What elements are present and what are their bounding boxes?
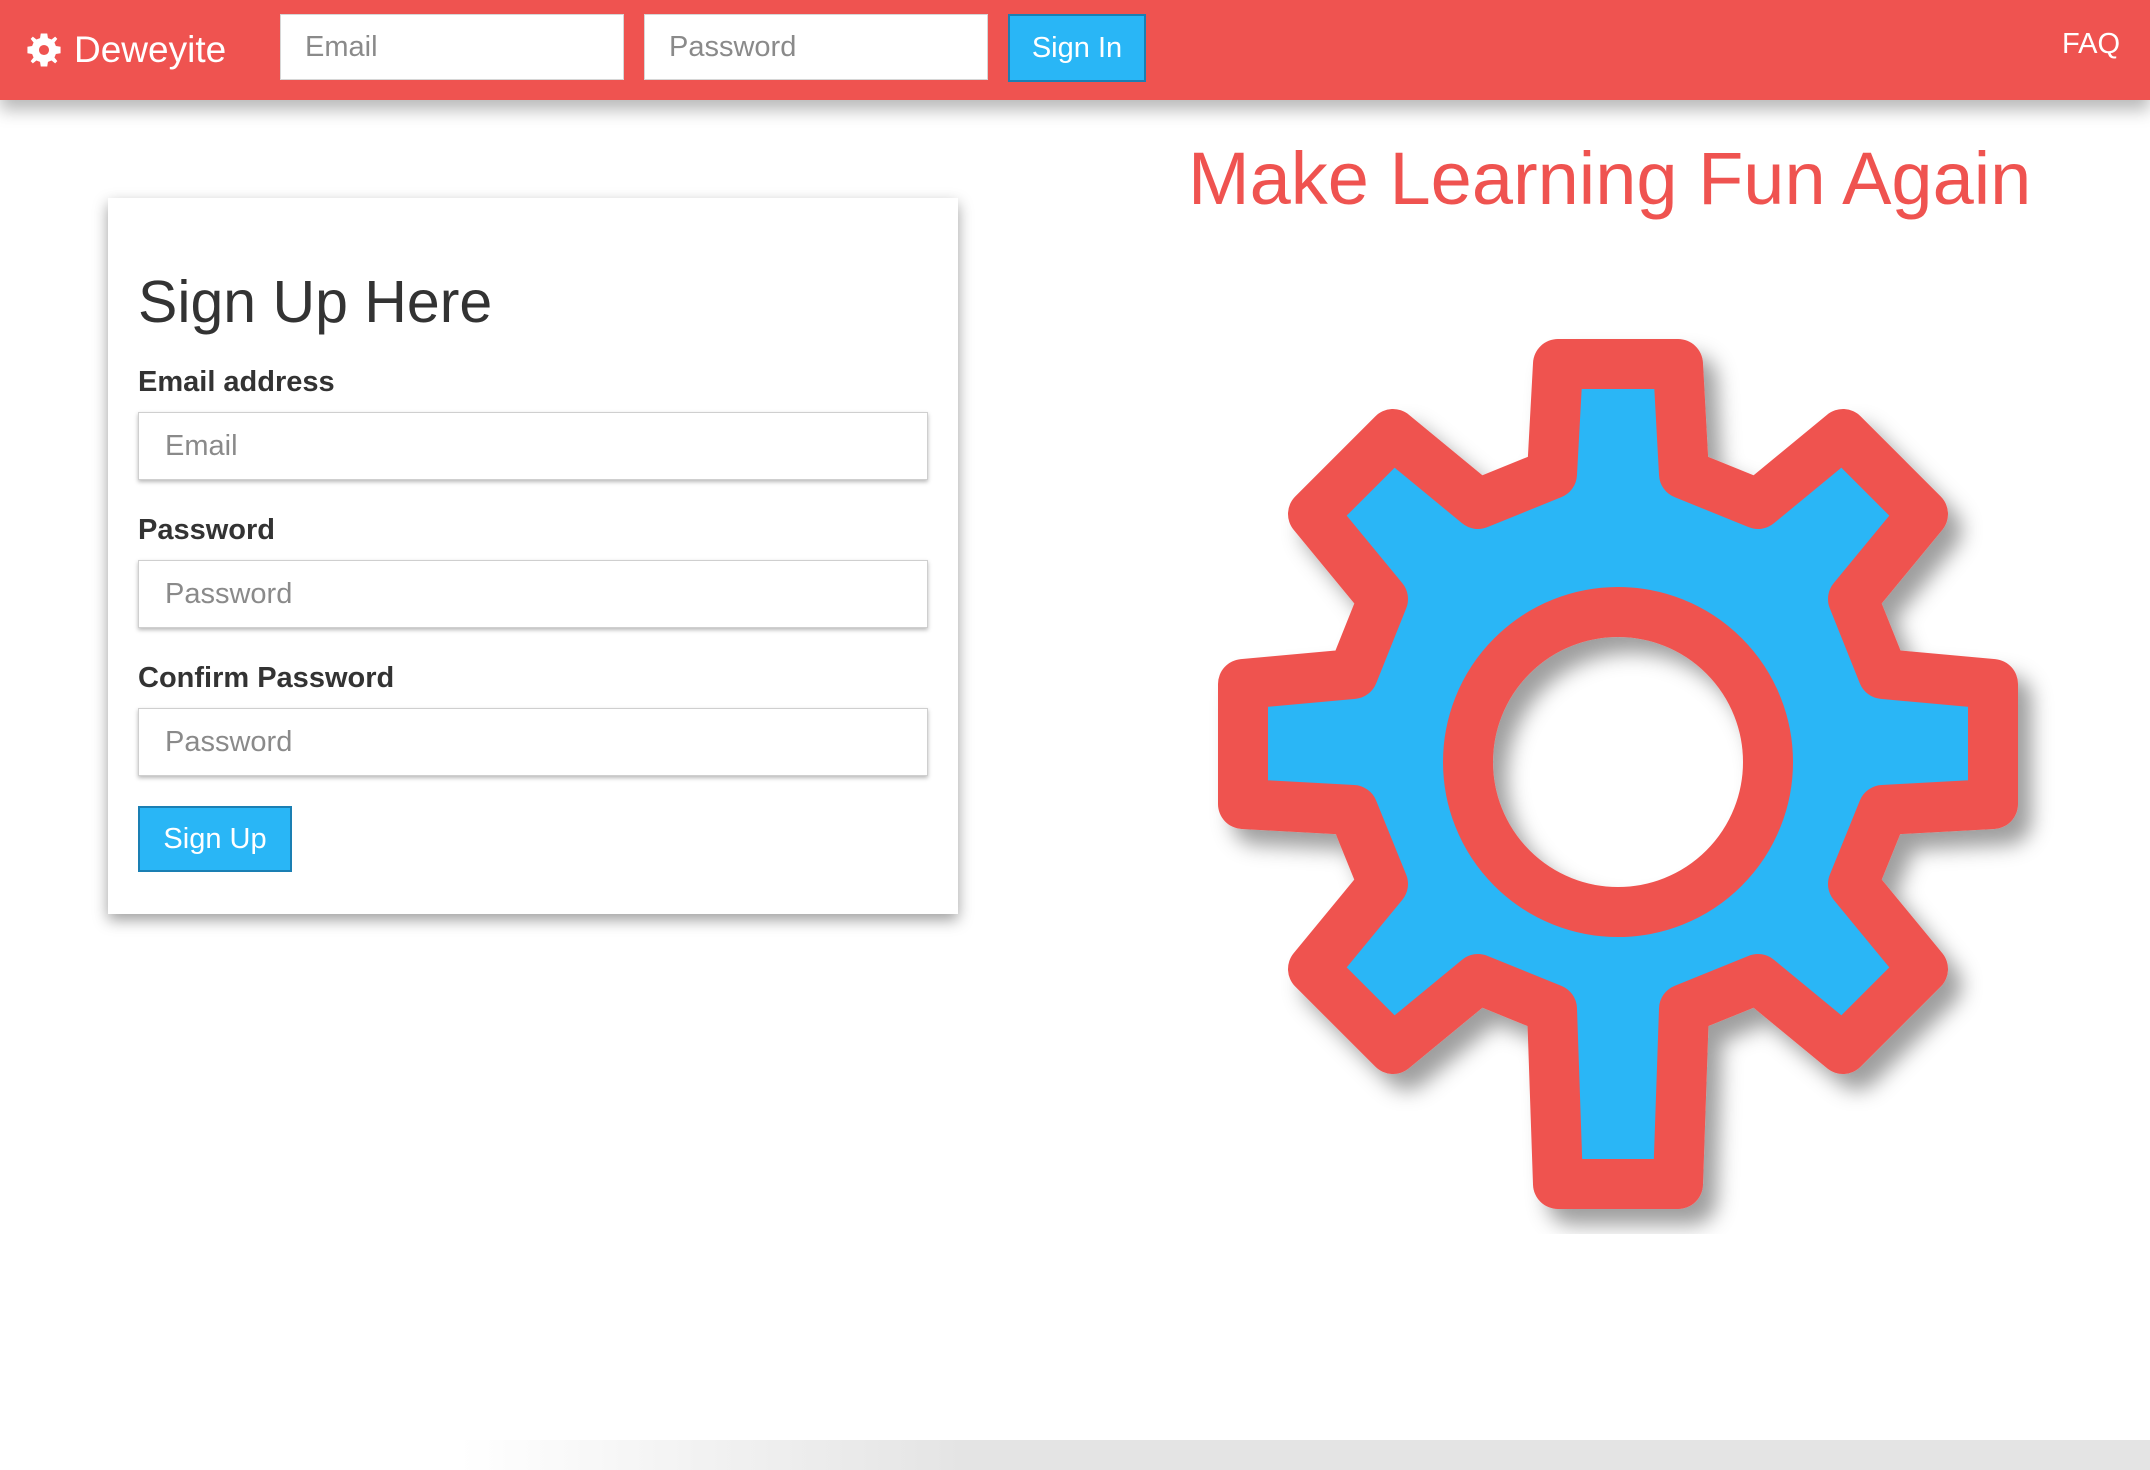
navbar-password-input[interactable] (644, 14, 988, 80)
gear-icon (1218, 339, 2018, 1209)
signup-email-field[interactable] (138, 412, 928, 480)
hero-tagline: Make Learning Fun Again (1188, 137, 2032, 220)
signup-password-field[interactable] (138, 560, 928, 628)
signup-title: Sign Up Here (138, 269, 493, 335)
brand-name: Deweyite (74, 29, 227, 70)
top-navbar: Deweyite Sign In FAQ (0, 0, 2150, 100)
navbar-email-input[interactable] (280, 14, 624, 80)
email-label: Email address (138, 366, 335, 398)
gear-icon (27, 33, 61, 67)
signup-confirm-password-field[interactable] (138, 708, 928, 776)
hero-gear-illustration (1138, 274, 2098, 1234)
confirm-password-label: Confirm Password (138, 662, 395, 694)
sign-up-button[interactable]: Sign Up (138, 806, 292, 872)
sign-in-button[interactable]: Sign In (1008, 14, 1146, 82)
brand-logo[interactable]: Deweyite (26, 24, 226, 76)
faq-link[interactable]: FAQ (2062, 28, 2120, 61)
signup-card: Sign Up Here Email address Password Conf… (108, 198, 958, 914)
password-label: Password (138, 514, 275, 546)
page-bottom-edge (460, 1440, 2150, 1470)
